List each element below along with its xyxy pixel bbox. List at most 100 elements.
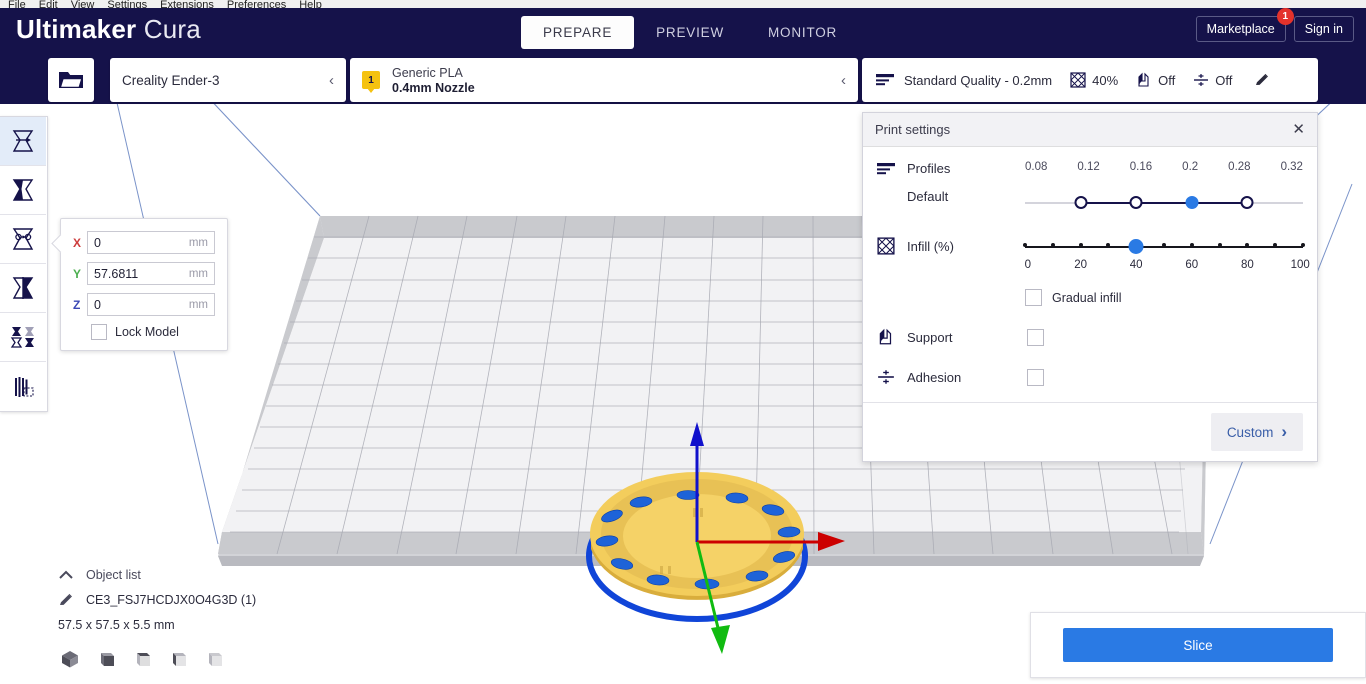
view-front-button[interactable] [96, 649, 116, 674]
pencil-icon [1254, 72, 1270, 88]
menu-item-file[interactable]: File [8, 0, 26, 8]
axis-label-x: X [73, 236, 87, 250]
infill-label-40: 40 [1130, 259, 1143, 271]
profile-knob-0.28[interactable] [1241, 196, 1254, 209]
view-3d-button[interactable] [60, 649, 80, 674]
support-blocker-button[interactable] [0, 362, 46, 411]
support-summary-value: Off [1158, 73, 1175, 88]
marketplace-label: Marketplace [1207, 22, 1275, 36]
infill-knob[interactable] [1129, 239, 1144, 254]
view-left-button[interactable] [168, 649, 188, 674]
object-list-item[interactable]: CE3_FSJ7HCDJX0O4G3D (1) [58, 592, 358, 608]
infill-label-20: 20 [1074, 259, 1087, 271]
profile-knob-0.2-selected[interactable] [1185, 196, 1198, 209]
profiles-track[interactable] [1025, 195, 1303, 211]
menu-item-extensions[interactable]: Extensions [160, 0, 214, 8]
adhesion-row: Adhesion [863, 368, 1317, 386]
infill-icon [877, 237, 895, 255]
menu-item-edit[interactable]: Edit [39, 0, 58, 8]
profiles-default-label: Default [907, 189, 948, 204]
z-input[interactable] [94, 298, 189, 312]
infill-slider[interactable] [1025, 239, 1303, 255]
z-input-wrapper[interactable]: mm [87, 293, 215, 316]
menu-item-help[interactable]: Help [299, 0, 322, 8]
view-left-icon [168, 649, 188, 669]
object-list-panel: Object list CE3_FSJ7HCDJX0O4G3D (1) 57.5… [58, 568, 358, 632]
view-front-icon [96, 649, 116, 669]
profile-knob-0.12[interactable] [1074, 196, 1087, 209]
support-control [1025, 329, 1303, 346]
support-blocker-icon [10, 375, 36, 399]
x-input[interactable] [94, 236, 189, 250]
marketplace-button[interactable]: Marketplace 1 [1196, 16, 1286, 42]
infill-slider-wrap: 0 20 40 60 80 100 Gradual infill [1025, 237, 1303, 306]
x-unit: mm [189, 237, 208, 249]
infill-label-0: 0 [1025, 259, 1031, 271]
configuration-bar: Creality Ender-3 ‹ 1 Generic PLA 0.4mm N… [0, 56, 1366, 104]
profile-knob-0.16[interactable] [1130, 196, 1143, 209]
profiles-slider[interactable] [1025, 189, 1303, 211]
profiles-default-row: Default [863, 189, 1317, 211]
infill-label-group: Infill (%) [877, 237, 1025, 255]
machine-selector[interactable]: Creality Ender-3 ‹ [110, 58, 346, 102]
adhesion-summary-value: Off [1215, 73, 1232, 88]
header-actions: Marketplace 1 Sign in [1196, 16, 1354, 42]
custom-button-label: Custom [1227, 425, 1274, 440]
print-settings-selector[interactable]: Standard Quality - 0.2mm 40% Off [862, 58, 1318, 102]
machine-name: Creality Ender-3 [122, 73, 321, 88]
profiles-tick-labels: 0.08 0.12 0.16 0.2 0.28 0.32 [1025, 161, 1303, 185]
lock-model-checkbox[interactable] [91, 324, 107, 340]
move-tool-button[interactable] [0, 117, 46, 166]
infill-summary: 40% [1070, 72, 1118, 88]
support-icon [1136, 72, 1152, 88]
infill-tick-50 [1162, 243, 1166, 247]
x-input-wrapper[interactable]: mm [87, 231, 215, 254]
material-selector[interactable]: 1 Generic PLA 0.4mm Nozzle ‹ [350, 58, 858, 102]
infill-tick-70 [1218, 243, 1222, 247]
custom-settings-button[interactable]: Custom › [1211, 413, 1303, 451]
infill-tick-20 [1079, 243, 1083, 247]
rotate-tool-button[interactable] [0, 215, 46, 264]
object-list-header[interactable]: Object list [58, 568, 358, 582]
main-tabs: PREPARE PREVIEW MONITOR [521, 16, 859, 49]
mirror-tool-button[interactable] [0, 264, 46, 313]
support-label: Support [907, 330, 953, 345]
sign-in-button[interactable]: Sign in [1294, 16, 1354, 42]
material-name: Generic PLA [392, 66, 833, 80]
profile-tick-3: 0.2 [1182, 161, 1198, 173]
y-input-wrapper[interactable]: mm [87, 262, 215, 285]
rotate-icon [10, 227, 36, 251]
infill-row: Infill (%) [863, 237, 1317, 306]
support-checkbox[interactable] [1027, 329, 1044, 346]
slice-panel: Slice [1030, 612, 1366, 678]
menu-item-settings[interactable]: Settings [107, 0, 147, 8]
print-settings-footer: Custom › [863, 402, 1317, 461]
infill-summary-value: 40% [1092, 73, 1118, 88]
tab-prepare[interactable]: PREPARE [521, 16, 634, 49]
scale-tool-button[interactable] [0, 166, 46, 215]
infill-icon [1070, 72, 1086, 88]
infill-tick-100 [1301, 243, 1305, 247]
nozzle-size: 0.4mm Nozzle [392, 81, 833, 95]
infill-tick-30 [1106, 243, 1110, 247]
edit-settings-button[interactable] [1254, 72, 1270, 88]
slice-button[interactable]: Slice [1063, 628, 1333, 662]
close-icon[interactable]: ✕ [1292, 122, 1305, 137]
view-top-button[interactable] [132, 649, 152, 674]
tab-preview[interactable]: PREVIEW [634, 16, 746, 49]
profiles-label-group: Profiles [877, 161, 1025, 176]
menu-item-view[interactable]: View [71, 0, 95, 8]
view-top-icon [132, 649, 152, 669]
gradual-infill-checkbox[interactable] [1025, 289, 1042, 306]
machine-chevron-icon[interactable]: ‹ [321, 72, 334, 89]
open-file-button[interactable] [48, 58, 94, 102]
material-chevron-icon[interactable]: ‹ [833, 72, 846, 89]
support-row: Support [863, 328, 1317, 346]
per-model-settings-button[interactable] [0, 313, 46, 362]
tab-monitor[interactable]: MONITOR [746, 16, 859, 49]
view-right-button[interactable] [204, 649, 224, 674]
os-menubar: File Edit View Settings Extensions Prefe… [0, 0, 1366, 8]
y-input[interactable] [94, 267, 189, 281]
menu-item-preferences[interactable]: Preferences [227, 0, 286, 8]
adhesion-checkbox[interactable] [1027, 369, 1044, 386]
